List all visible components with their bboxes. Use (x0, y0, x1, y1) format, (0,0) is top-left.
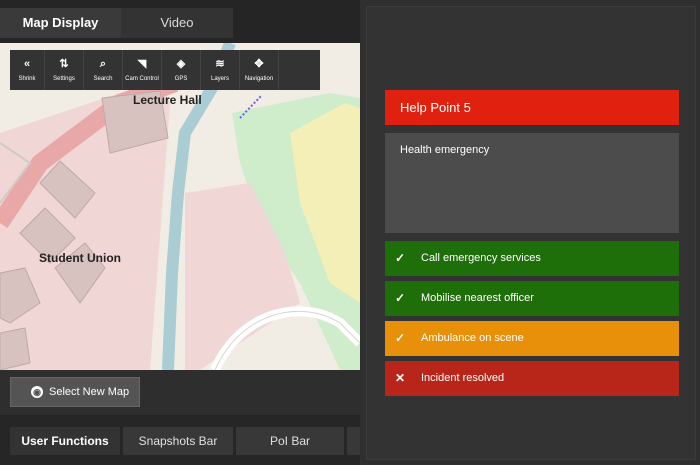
search-icon: ⌕ (99, 58, 107, 70)
app-root: Map Display Video Lecture Hall Student U… (0, 0, 700, 465)
toolbar-button-label: GPS (174, 76, 188, 82)
tab-overflow[interactable] (347, 427, 360, 455)
bottom-tab-bar: User Functions Snapshots Bar PoI Bar (0, 415, 360, 465)
incident-step[interactable]: ✓ Mobilise nearest officer (385, 281, 679, 316)
toolbar-button-label: Navigation (244, 76, 274, 82)
toolbar-button-settings[interactable]: ⇅ Settings (45, 50, 84, 90)
incident-step-label: Mobilise nearest officer (421, 292, 534, 304)
toolbar-button-label: Shrink (18, 76, 36, 82)
map-view[interactable]: Lecture Hall Student Union (0, 43, 360, 370)
sliders-icon: ⇅ (59, 58, 69, 70)
toolbar-button-label: Layers (210, 76, 229, 82)
incident-panel: Help Point 5 Health emergency ✓ Call emer… (366, 6, 696, 460)
layers-icon: ≋ (215, 58, 225, 70)
select-new-map-button[interactable]: ◉ Select New Map (10, 377, 140, 407)
toolbar-button-label: Cam Control (125, 76, 159, 82)
incident-step[interactable]: ✓ Call emergency services (385, 241, 679, 276)
tab-poi-bar[interactable]: PoI Bar (236, 427, 344, 455)
tab-snapshots-bar[interactable]: Snapshots Bar (123, 427, 233, 455)
globe-icon: ◉ (31, 386, 43, 398)
move-arrows-icon: ✥ (254, 58, 264, 70)
toolbar-button-label: Settings (53, 76, 75, 82)
toolbar-button-search[interactable]: ⌕ Search (84, 50, 123, 90)
check-icon: ✓ (395, 251, 406, 265)
select-new-map-label: Select New Map (49, 386, 130, 398)
double-chevron-left-icon: « (23, 58, 31, 70)
check-icon: ✓ (395, 331, 406, 345)
toolbar-button-gps[interactable]: ◈ GPS (162, 50, 201, 90)
toolbar-button-navigation[interactable]: ✥ Navigation (240, 50, 279, 90)
toolbar-button-cam-control[interactable]: ◥ Cam Control (123, 50, 162, 90)
toolbar-button-shrink[interactable]: « Shrink (10, 50, 45, 90)
map-label-student-union: Student Union (39, 251, 121, 265)
incident-step[interactable]: ✓ Ambulance on scene (385, 321, 679, 356)
incident-step[interactable]: ✕ Incident resolved (385, 361, 679, 396)
map-panel: Map Display Video Lecture Hall Student U… (0, 0, 360, 465)
incident-step-label: Incident resolved (421, 372, 505, 384)
toolbar-button-layers[interactable]: ≋ Layers (201, 50, 240, 90)
incident-title: Help Point 5 (385, 90, 679, 125)
tab-map-display[interactable]: Map Display (0, 8, 121, 38)
check-icon: ✓ (395, 291, 406, 305)
toolbar-button-label: Search (93, 76, 113, 82)
map-toolbar: « Shrink ⇅ Settings ⌕ Search ◥ Cam Control ◈ GPS ≋… (10, 50, 320, 90)
cross-icon: ✕ (395, 371, 406, 385)
map-tab-bar: Map Display Video (0, 0, 360, 43)
crosshair-icon: ◈ (176, 58, 186, 70)
tab-user-functions[interactable]: User Functions (10, 427, 120, 455)
cctv-camera-icon: ◥ (137, 58, 147, 70)
incident-step-label: Call emergency services (421, 252, 541, 264)
tab-video[interactable]: Video (121, 8, 233, 38)
map-label-lecture-hall: Lecture Hall (133, 93, 202, 107)
incident-step-label: Ambulance on scene (421, 332, 524, 344)
incident-description: Health emergency (385, 133, 679, 233)
